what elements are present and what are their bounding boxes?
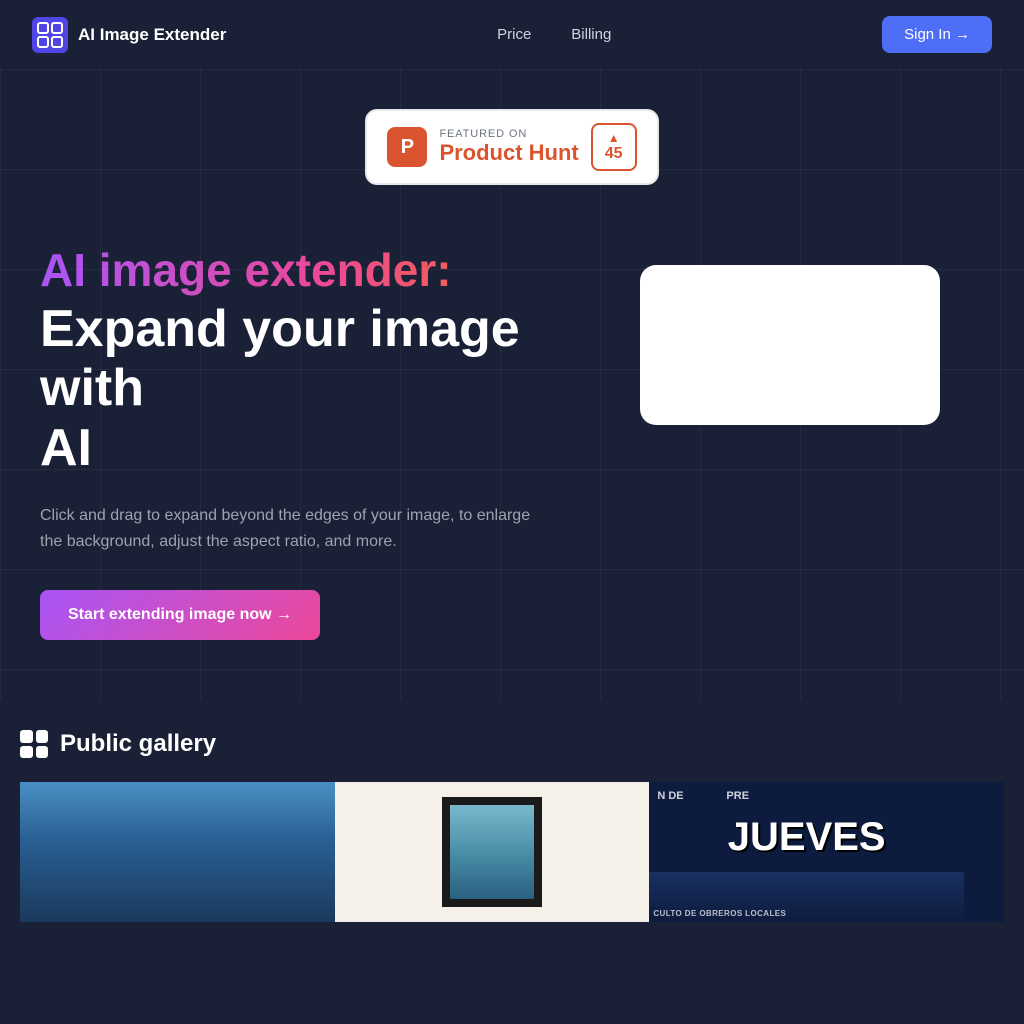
nav-price[interactable]: Price	[497, 26, 531, 43]
logo-area: AI Image Extender	[32, 17, 226, 53]
gallery-icon-cell-1	[20, 730, 33, 743]
gallery-icon-cell-4	[36, 746, 49, 759]
gallery-item-partial	[964, 782, 1004, 922]
nav-billing[interactable]: Billing	[571, 26, 611, 43]
gallery-title: Public gallery	[60, 730, 216, 758]
logo-icon	[32, 17, 68, 53]
product-hunt-name: Product Hunt	[439, 140, 578, 166]
jueves-main-text: JUEVES	[649, 819, 964, 855]
gallery-item-ocean[interactable]	[20, 782, 335, 922]
gallery-item-framed[interactable]	[335, 782, 650, 922]
jueves-top-text: N DE PRE	[649, 782, 964, 802]
product-hunt-logo: P	[387, 127, 427, 167]
gallery-icon-cell-3	[20, 746, 33, 759]
jueves-sub-text: CULTO DE OBREROS LOCALES	[653, 909, 786, 918]
product-hunt-votes: ▲ 45	[591, 123, 637, 171]
gallery-grid: N DE PRE JUEVES CULTO DE OBREROS LOCALES	[20, 782, 1004, 922]
main-nav: Price Billing	[497, 26, 611, 43]
product-hunt-wrapper: P FEATURED ON Product Hunt ▲ 45	[0, 69, 1024, 215]
gallery-header: Public gallery	[20, 730, 1004, 758]
jueves-crowd: CULTO DE OBREROS LOCALES	[649, 872, 964, 922]
hero-title-white: Expand your image with AI	[40, 300, 600, 479]
gallery-item-jueves[interactable]: N DE PRE JUEVES CULTO DE OBREROS LOCALES	[649, 782, 964, 922]
product-hunt-featured-label: FEATURED ON	[439, 128, 578, 140]
gallery-section: Public gallery N DE PRE JUEVES CULTO DE …	[0, 700, 1024, 922]
framed-inner	[450, 805, 534, 899]
cta-button[interactable]: Start extending image now →	[40, 590, 320, 640]
logo-text: AI Image Extender	[78, 25, 226, 45]
framed-image	[442, 797, 542, 907]
hero-description: Click and drag to expand beyond the edge…	[40, 503, 540, 554]
hero-section: P FEATURED ON Product Hunt ▲ 45 AI image…	[0, 69, 1024, 700]
sign-in-button[interactable]: Sign In →	[882, 16, 992, 53]
vote-count: 45	[605, 145, 623, 163]
upvote-arrow-icon: ▲	[608, 131, 620, 145]
gallery-icon	[20, 730, 48, 758]
product-hunt-badge[interactable]: P FEATURED ON Product Hunt ▲ 45	[365, 109, 658, 185]
hero-title-gradient: AI image extender:	[40, 245, 600, 296]
gallery-icon-cell-2	[36, 730, 49, 743]
hero-title-line1: Expand your image with	[40, 300, 520, 418]
hero-content: AI image extender: Expand your image wit…	[0, 215, 1024, 700]
hero-right	[640, 245, 940, 425]
hero-title-line2: AI	[40, 419, 92, 477]
preview-card	[640, 265, 940, 425]
hero-left: AI image extender: Expand your image wit…	[40, 245, 600, 640]
product-hunt-text: FEATURED ON Product Hunt	[439, 128, 578, 166]
site-header: AI Image Extender Price Billing Sign In …	[0, 0, 1024, 69]
